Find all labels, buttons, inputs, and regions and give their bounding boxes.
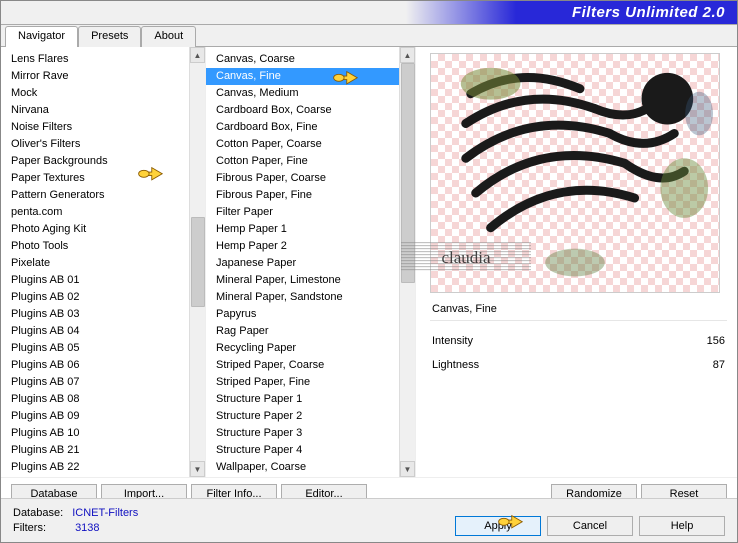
filter-list[interactable]: Canvas, CoarseCanvas, FineCanvas, Medium…	[206, 47, 415, 477]
list-item[interactable]: Cardboard Box, Coarse	[206, 102, 399, 119]
list-item[interactable]: Plugins AB 03	[1, 306, 189, 323]
scroll-down-icon[interactable]: ▼	[190, 461, 205, 477]
list-item[interactable]: Cotton Paper, Coarse	[206, 136, 399, 153]
category-scrollbar[interactable]: ▲ ▼	[189, 47, 205, 477]
list-item[interactable]: Oliver's Filters	[1, 136, 189, 153]
scroll-down-icon[interactable]: ▼	[400, 461, 415, 477]
title-bar: Filters Unlimited 2.0	[1, 1, 737, 25]
tab-about[interactable]: About	[141, 26, 196, 47]
list-item[interactable]: Paper Backgrounds	[1, 153, 189, 170]
list-item[interactable]: Mock	[1, 85, 189, 102]
scroll-up-icon[interactable]: ▲	[190, 47, 205, 63]
help-button[interactable]: Help	[639, 516, 725, 536]
list-item[interactable]: Paper Textures	[1, 170, 189, 187]
selected-filter-label: Canvas, Fine	[430, 301, 727, 317]
list-item[interactable]: Mineral Paper, Limestone	[206, 272, 399, 289]
db-label: Database:	[13, 507, 63, 519]
param-lightness[interactable]: Lightness 87	[430, 353, 727, 377]
list-item[interactable]: Recycling Paper	[206, 340, 399, 357]
preview-art	[431, 54, 719, 292]
separator	[430, 320, 727, 321]
tab-presets[interactable]: Presets	[78, 26, 141, 47]
list-item[interactable]: Plugins AB 05	[1, 340, 189, 357]
cancel-button[interactable]: Cancel	[547, 516, 633, 536]
list-item[interactable]: Plugins AB 08	[1, 391, 189, 408]
param-value: 156	[707, 335, 725, 347]
list-item[interactable]: Pattern Generators	[1, 187, 189, 204]
filters-count-value: 3138	[75, 522, 99, 534]
main-panel: Lens FlaresMirror RaveMockNirvanaNoise F…	[1, 47, 737, 477]
list-item[interactable]: Hemp Paper 2	[206, 238, 399, 255]
list-item[interactable]: Lens Flares	[1, 51, 189, 68]
list-item[interactable]: Japanese Paper	[206, 255, 399, 272]
param-value: 87	[713, 359, 725, 371]
filter-scrollbar[interactable]: ▲ ▼	[399, 47, 415, 477]
list-item[interactable]: Fibrous Paper, Fine	[206, 187, 399, 204]
list-item[interactable]: Canvas, Fine	[206, 68, 399, 85]
list-item[interactable]: Striped Paper, Coarse	[206, 357, 399, 374]
filter-column: Canvas, CoarseCanvas, FineCanvas, Medium…	[206, 47, 416, 477]
list-item[interactable]: Plugins AB 10	[1, 425, 189, 442]
list-item[interactable]: Plugins AB 06	[1, 357, 189, 374]
list-item[interactable]: penta.com	[1, 204, 189, 221]
param-label: Intensity	[432, 335, 473, 347]
list-item[interactable]: Cotton Paper, Fine	[206, 153, 399, 170]
list-item[interactable]: Noise Filters	[1, 119, 189, 136]
status-info: Database: ICNET-Filters Filters: 3138	[13, 506, 138, 536]
list-item[interactable]: Pixelate	[1, 255, 189, 272]
filters-count-label: Filters:	[13, 522, 46, 534]
list-item[interactable]: Structure Paper 3	[206, 425, 399, 442]
preview-image	[430, 53, 720, 293]
scrollbar-thumb[interactable]	[191, 217, 205, 307]
app-title: Filters Unlimited 2.0	[572, 4, 725, 21]
list-item[interactable]: Cardboard Box, Fine	[206, 119, 399, 136]
list-item[interactable]: Plugins AB 07	[1, 374, 189, 391]
list-item[interactable]: Plugins AB 04	[1, 323, 189, 340]
list-item[interactable]: Nirvana	[1, 102, 189, 119]
list-item[interactable]: Plugins AB 02	[1, 289, 189, 306]
category-column: Lens FlaresMirror RaveMockNirvanaNoise F…	[1, 47, 206, 477]
db-value: ICNET-Filters	[72, 507, 138, 519]
scrollbar-thumb[interactable]	[401, 63, 415, 283]
list-item[interactable]: Rag Paper	[206, 323, 399, 340]
status-bar: Database: ICNET-Filters Filters: 3138 Ap…	[1, 498, 737, 542]
list-item[interactable]: Wallpaper, Coarse	[206, 459, 399, 476]
parameter-panel: Intensity 156 Lightness 87	[430, 329, 727, 377]
list-item[interactable]: Structure Paper 4	[206, 442, 399, 459]
list-item[interactable]: Plugins AB 21	[1, 442, 189, 459]
list-item[interactable]: Mirror Rave	[1, 68, 189, 85]
preview-column: Canvas, Fine Intensity 156 Lightness 87	[416, 47, 737, 477]
tab-navigator[interactable]: Navigator	[5, 26, 78, 47]
footer-buttons: Apply Cancel Help	[455, 516, 725, 536]
list-item[interactable]: Plugins AB 01	[1, 272, 189, 289]
category-list[interactable]: Lens FlaresMirror RaveMockNirvanaNoise F…	[1, 47, 205, 477]
apply-button[interactable]: Apply	[455, 516, 541, 536]
list-item[interactable]: Plugins AB 22	[1, 459, 189, 476]
list-item[interactable]: Photo Tools	[1, 238, 189, 255]
scroll-up-icon[interactable]: ▲	[400, 47, 415, 63]
tab-strip: Navigator Presets About	[1, 25, 737, 47]
list-item[interactable]: Photo Aging Kit	[1, 221, 189, 238]
list-item[interactable]: Canvas, Coarse	[206, 51, 399, 68]
list-item[interactable]: Structure Paper 2	[206, 408, 399, 425]
list-item[interactable]: Plugins AB 09	[1, 408, 189, 425]
list-item[interactable]: Papyrus	[206, 306, 399, 323]
list-item[interactable]: Fibrous Paper, Coarse	[206, 170, 399, 187]
param-label: Lightness	[432, 359, 479, 371]
list-item[interactable]: Hemp Paper 1	[206, 221, 399, 238]
list-item[interactable]: Mineral Paper, Sandstone	[206, 289, 399, 306]
list-item[interactable]: Filter Paper	[206, 204, 399, 221]
list-item[interactable]: Structure Paper 1	[206, 391, 399, 408]
list-item[interactable]: Canvas, Medium	[206, 85, 399, 102]
param-intensity[interactable]: Intensity 156	[430, 329, 727, 353]
list-item[interactable]: Striped Paper, Fine	[206, 374, 399, 391]
